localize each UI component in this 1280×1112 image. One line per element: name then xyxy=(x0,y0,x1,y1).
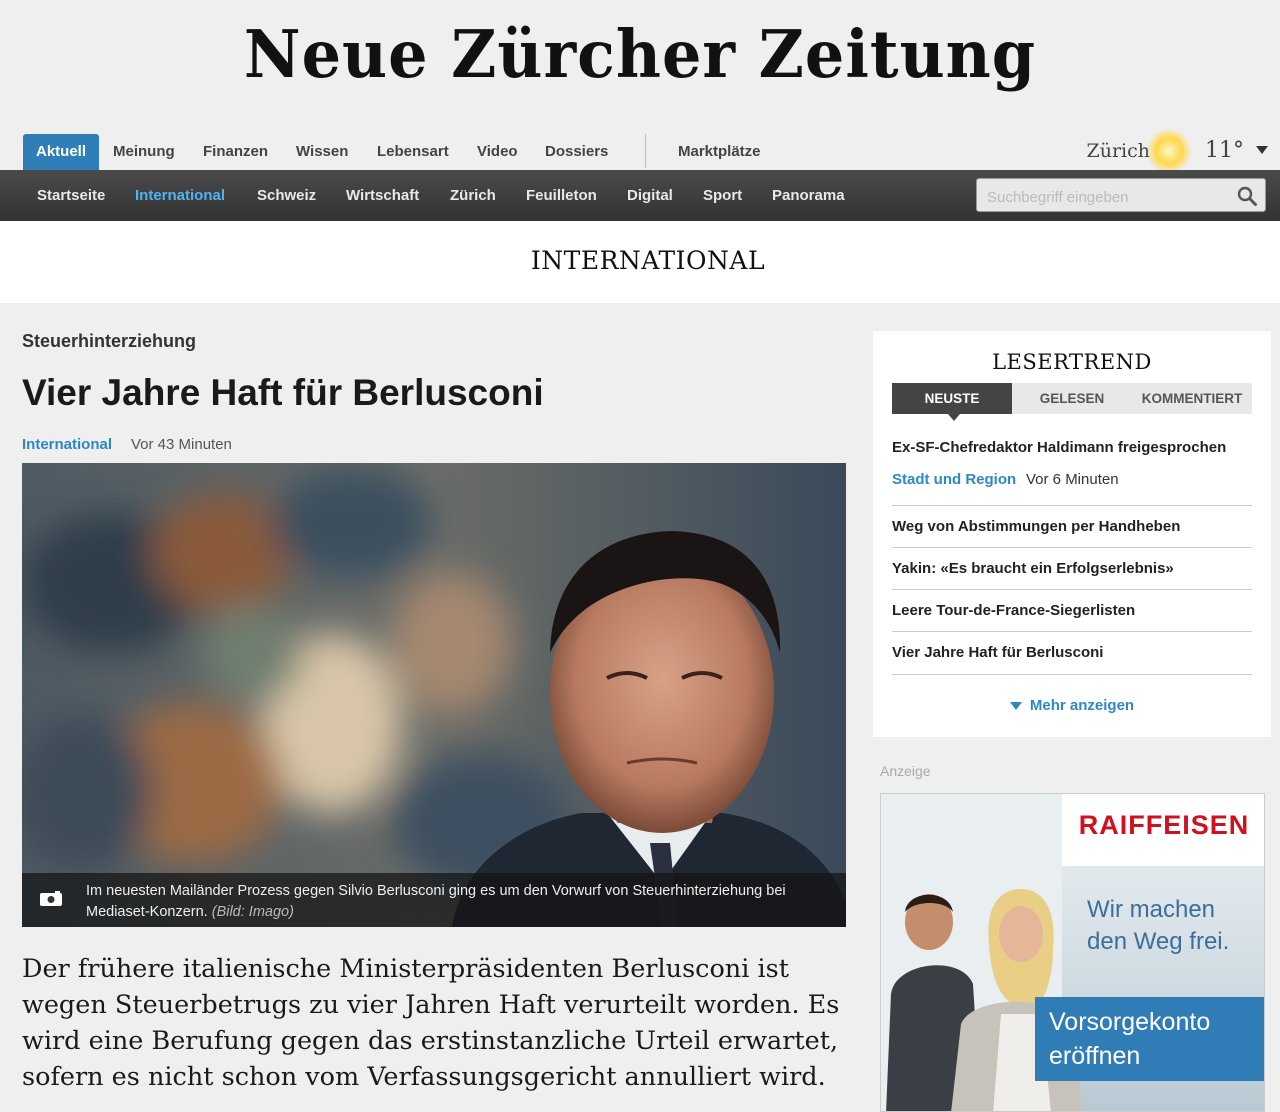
caption-credit: (Bild: Imago) xyxy=(211,904,294,920)
ad-cta-button[interactable]: Vorsorgekonto eröffnen xyxy=(1035,997,1264,1081)
top-nav-divider xyxy=(645,134,646,168)
list-item[interactable]: Vier Jahre Haft für Berlusconi xyxy=(892,631,1252,675)
section-nav-sport[interactable]: Sport xyxy=(703,170,742,221)
section-nav-international[interactable]: International xyxy=(135,170,225,221)
camera-icon xyxy=(40,891,62,906)
article-kicker: Steuerhinterziehung xyxy=(22,331,197,351)
search-box xyxy=(976,178,1266,212)
section-nav-panorama[interactable]: Panorama xyxy=(772,170,845,221)
top-nav-tab-wissen[interactable]: Wissen xyxy=(296,134,348,170)
top-nav-tab-dossiers[interactable]: Dossiers xyxy=(545,134,608,170)
top-nav-tab-video[interactable]: Video xyxy=(477,134,518,170)
list-item[interactable]: Weg von Abstimmungen per Handheben xyxy=(892,505,1252,548)
tab-neuste[interactable]: NEUSTE xyxy=(892,383,1012,414)
lesertrend-widget: LESERTREND NEUSTE GELESEN KOMMENTIERT Ex… xyxy=(873,331,1271,737)
list-item[interactable]: Yakin: «Es braucht ein Erfolgserlebnis» xyxy=(892,547,1252,590)
section-nav-zuerich[interactable]: Zürich xyxy=(450,170,496,221)
caption-text: Im neuesten Mailänder Prozess gegen Silv… xyxy=(86,881,836,923)
section-nav-digital[interactable]: Digital xyxy=(627,170,673,221)
lesertrend-tabs: NEUSTE GELESEN KOMMENTIERT xyxy=(892,383,1252,421)
top-nav-tab-aktuell[interactable]: Aktuell xyxy=(23,134,100,170)
list-item-title[interactable]: Leere Tour-de-France-Siegerlisten xyxy=(892,602,1135,619)
photo-caption: Im neuesten Mailänder Prozess gegen Silv… xyxy=(22,873,846,927)
chevron-down-icon[interactable] xyxy=(1256,146,1268,154)
ad-cta-label: Vorsorgekonto eröffnen xyxy=(1049,1008,1211,1070)
top-nav-tab-marktplaetze[interactable]: Marktplätze xyxy=(678,134,761,170)
article-headline: Vier Jahre Haft für Berlusconi xyxy=(22,372,544,413)
active-tab-indicator xyxy=(948,414,960,421)
ad-brand-logo: RAIFFEISEN xyxy=(1078,810,1250,840)
ad-label: Anzeige xyxy=(880,763,931,779)
lesertrend-title: LESERTREND xyxy=(992,350,1152,374)
tab-gelesen[interactable]: GELESEN xyxy=(1012,383,1132,414)
lesertrend-item-title[interactable]: Ex-SF-Chefredaktor Haldimann freigesproc… xyxy=(892,439,1226,456)
site-logo[interactable]: Neue Zürcher Zeitung xyxy=(0,16,1280,93)
list-item-title[interactable]: Weg von Abstimmungen per Handheben xyxy=(892,518,1180,535)
weather-city: Zürich xyxy=(1086,140,1150,162)
tab-kommentiert[interactable]: KOMMENTIERT xyxy=(1132,383,1252,414)
caption-body: Im neuesten Mailänder Prozess gegen Silv… xyxy=(86,883,786,920)
article-photo-image xyxy=(22,463,846,927)
top-nav-tab-lebensart[interactable]: Lebensart xyxy=(377,134,449,170)
article-timestamp: Vor 43 Minuten xyxy=(131,436,232,453)
list-item[interactable]: Leere Tour-de-France-Siegerlisten xyxy=(892,589,1252,632)
masthead: Neue Zürcher Zeitung xyxy=(0,0,1280,134)
weather-temperature: 11° xyxy=(1205,138,1244,163)
section-title: INTERNATIONAL xyxy=(530,246,766,275)
section-nav-schweiz[interactable]: Schweiz xyxy=(257,170,316,221)
lesertrend-item-time: Vor 6 Minuten xyxy=(1026,471,1119,488)
lesertrend-item-category[interactable]: Stadt und Region xyxy=(892,471,1016,488)
triangle-down-icon xyxy=(1009,702,1022,711)
article-category-link[interactable]: International xyxy=(22,436,112,453)
more-button-label: Mehr anzeigen xyxy=(1029,697,1135,714)
search-input[interactable] xyxy=(985,185,1239,209)
sun-icon xyxy=(1146,128,1192,174)
section-nav-feuilleton[interactable]: Feuilleton xyxy=(526,170,597,221)
search-icon[interactable] xyxy=(1237,186,1257,206)
section-nav-startseite[interactable]: Startseite xyxy=(37,170,105,221)
ad-banner[interactable]: RAIFFEISEN Wir machen den Weg frei. Vors… xyxy=(880,793,1265,1112)
top-nav-tab-meinung[interactable]: Meinung xyxy=(113,134,175,170)
article-lead: Der frühere italienische Ministerpräside… xyxy=(22,954,840,1092)
list-item-title[interactable]: Vier Jahre Haft für Berlusconi xyxy=(892,644,1103,661)
top-nav-tab-finanzen[interactable]: Finanzen xyxy=(203,134,268,170)
more-button[interactable]: Mehr anzeigen xyxy=(873,697,1271,714)
list-item-title[interactable]: Yakin: «Es braucht ein Erfolgserlebnis» xyxy=(892,560,1174,577)
article-photo[interactable]: Im neuesten Mailänder Prozess gegen Silv… xyxy=(22,463,846,927)
section-nav-wirtschaft[interactable]: Wirtschaft xyxy=(346,170,419,221)
ad-slogan: Wir machen den Weg frei. xyxy=(1087,896,1230,955)
